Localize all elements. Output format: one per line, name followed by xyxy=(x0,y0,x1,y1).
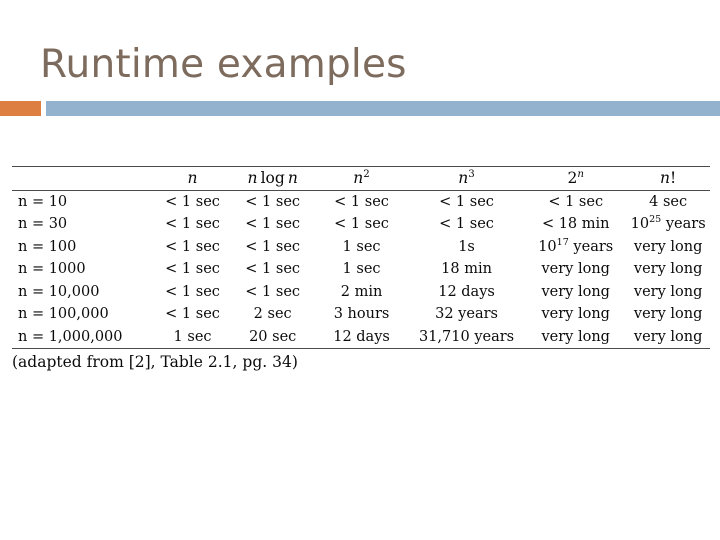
row-label: n = 1000 xyxy=(18,261,86,277)
runtime-table: n n log n n2 n3 2n n! n = 10 < 1 sec < 1… xyxy=(12,166,710,349)
title-divider xyxy=(0,101,720,116)
table-row: n = 100,000 < 1 sec 2 sec 3 hours 32 yea… xyxy=(12,303,710,326)
cell-n: < 1 sec xyxy=(165,238,220,255)
cell-nfact: very long xyxy=(626,325,710,349)
accent-block xyxy=(0,101,41,116)
table-caption: (adapted from [2], Table 2.1, pg. 34) xyxy=(12,353,298,371)
cell-nfact: 1025 years xyxy=(626,213,710,236)
cell-nfact-exponent: 25 xyxy=(649,214,662,226)
cell-nfact: very long xyxy=(633,306,703,322)
cell-2n-mantissa: 10 xyxy=(538,238,557,255)
cell-nlogn: < 1 sec xyxy=(245,238,301,255)
column-header-n-log-n: n log n xyxy=(230,166,316,191)
cell-nlogn: 20 sec xyxy=(230,325,316,349)
page-title: Runtime examples xyxy=(40,42,407,87)
table-row: n = 100 < 1 sec < 1 sec 1 sec 1s 1017 ye… xyxy=(12,236,710,259)
cell-n3: 18 min xyxy=(441,261,492,277)
cell-2n: very long xyxy=(541,306,610,322)
cell-nfact: very long xyxy=(633,261,703,277)
table-header-row: n n log n n2 n3 2n n! xyxy=(12,166,710,191)
row-label: n = 10,000 xyxy=(18,283,100,300)
row-label: n = 1,000,000 xyxy=(12,325,155,349)
row-label: n = 10 xyxy=(18,193,68,210)
cell-n2: 2 min xyxy=(340,283,383,300)
cell-2n-exponent: 17 xyxy=(556,236,569,248)
cell-nfact: very long xyxy=(633,238,703,255)
row-label: n = 100 xyxy=(18,238,77,255)
cell-2n: 1017 years xyxy=(525,236,626,259)
cell-nfact-mantissa: 10 xyxy=(630,216,650,232)
cell-2n: < 1 sec xyxy=(548,193,604,210)
header-label-nfact: n xyxy=(660,168,670,187)
cell-n: < 1 sec xyxy=(165,306,220,322)
table-row: n = 1000 < 1 sec < 1 sec 1 sec 18 min ve… xyxy=(12,258,710,281)
cell-nfact-suffix: years xyxy=(661,216,706,232)
header-exponent-n2: 2 xyxy=(363,168,370,180)
column-header-two-to-n: 2n xyxy=(525,166,627,191)
cell-2n: very long xyxy=(541,283,610,300)
header-base-2n: 2 xyxy=(567,168,578,187)
row-label: n = 30 xyxy=(18,216,68,232)
cell-2n: very long xyxy=(541,261,610,277)
header-label-nlogn-n2: n xyxy=(287,168,298,187)
cell-n: < 1 sec xyxy=(165,261,220,277)
header-label-nlogn-n1: n xyxy=(247,168,258,187)
cell-nlogn: < 1 sec xyxy=(245,216,301,232)
cell-n: < 1 sec xyxy=(165,283,220,300)
cell-n: < 1 sec xyxy=(165,193,220,210)
column-header-n: n xyxy=(154,166,231,191)
cell-nlogn: < 1 sec xyxy=(245,193,301,210)
column-header-n-squared: n2 xyxy=(315,166,408,191)
cell-nlogn: < 1 sec xyxy=(245,283,301,300)
cell-2n-suffix: years xyxy=(568,238,614,255)
runtime-table-container: n n log n n2 n3 2n n! n = 10 < 1 sec < 1… xyxy=(12,166,710,349)
header-exponent-2n: n xyxy=(577,168,584,180)
header-label-nfact-bang: ! xyxy=(670,168,677,187)
table-row: n = 10,000 < 1 sec < 1 sec 2 min 12 days… xyxy=(12,281,710,304)
cell-nlogn: 2 sec xyxy=(253,306,292,322)
header-base-n3: n xyxy=(458,168,469,187)
cell-n3: 1s xyxy=(458,238,475,255)
header-label-n: n xyxy=(187,168,198,187)
column-header-n-factorial: n! xyxy=(626,166,710,191)
cell-2n: < 18 min xyxy=(541,216,610,232)
header-label-nlogn-log: log xyxy=(257,168,288,187)
cell-nfact: very long xyxy=(633,283,703,300)
cell-n2: 1 sec xyxy=(342,238,381,255)
cell-n2: 1 sec xyxy=(342,261,381,277)
cell-n2: 12 days xyxy=(315,325,408,349)
cell-n3: < 1 sec xyxy=(439,216,494,232)
cell-n: < 1 sec xyxy=(165,216,220,232)
cell-n2: < 1 sec xyxy=(334,216,389,232)
cell-n: 1 sec xyxy=(154,325,231,349)
accent-bar xyxy=(46,101,720,116)
row-label: n = 100,000 xyxy=(18,306,109,322)
cell-n2: < 1 sec xyxy=(334,193,389,210)
cell-n3: 12 days xyxy=(438,283,495,300)
column-header-n-cubed: n3 xyxy=(407,166,526,191)
table-row: n = 10 < 1 sec < 1 sec < 1 sec < 1 sec <… xyxy=(12,190,710,213)
header-base-n2: n xyxy=(353,168,364,187)
cell-n2: 3 hours xyxy=(333,306,390,322)
table-row: n = 30 < 1 sec < 1 sec < 1 sec < 1 sec <… xyxy=(12,213,710,236)
cell-n3: 32 years xyxy=(435,306,498,322)
cell-nfact: 4 sec xyxy=(649,193,688,210)
cell-n3: 31,710 years xyxy=(407,325,526,349)
header-exponent-n3: 3 xyxy=(468,168,475,180)
cell-nlogn: < 1 sec xyxy=(245,261,301,277)
table-row: n = 1,000,000 1 sec 20 sec 12 days 31,71… xyxy=(12,325,710,349)
table-corner-cell xyxy=(12,166,155,191)
cell-2n: very long xyxy=(525,325,627,349)
cell-n3: < 1 sec xyxy=(439,193,494,210)
